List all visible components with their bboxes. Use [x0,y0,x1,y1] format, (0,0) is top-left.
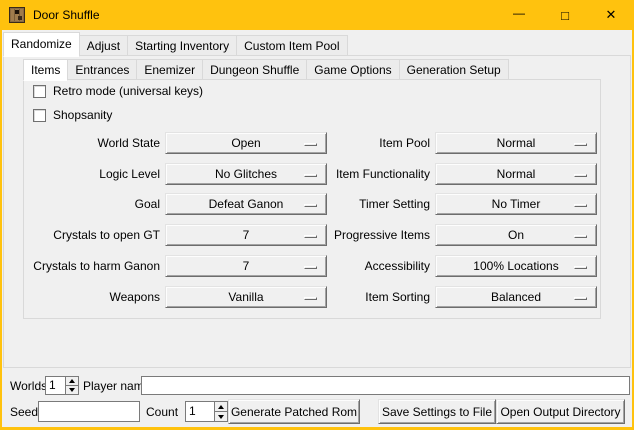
maximize-icon: □ [561,8,569,23]
main-tab-bar: Randomize Adjust Starting Inventory Cust… [3,31,347,56]
item-pool-dropdown[interactable]: Normal [435,132,597,154]
seed-input[interactable] [38,401,140,422]
shopsanity-checkbox[interactable] [33,109,46,122]
retro-mode-row: Retro mode (universal keys) [33,84,203,98]
tab-enemizer[interactable]: Enemizer [136,59,203,80]
goal-label: Goal [22,193,160,215]
dropdown-indicator-icon [574,266,587,269]
tab-adjust[interactable]: Adjust [79,35,128,56]
dropdown-indicator-icon [574,297,587,300]
minimize-icon: — [513,6,525,20]
tab-items[interactable]: Items [23,59,68,81]
count-spinner-up-icon[interactable] [215,402,227,411]
worlds-spinbox[interactable]: 1 [45,376,79,395]
maximize-button[interactable]: □ [542,0,588,30]
tab-starting-inventory[interactable]: Starting Inventory [127,35,237,56]
sub-tab-bar: Items Entrances Enemizer Dungeon Shuffle… [23,58,508,80]
tab-custom-item-pool[interactable]: Custom Item Pool [236,35,347,56]
item-functionality-dropdown[interactable]: Normal [435,163,597,185]
count-label: Count [146,403,178,421]
window-title: Door Shuffle [33,8,100,22]
tab-randomize[interactable]: Randomize [3,32,80,57]
weapons-label: Weapons [22,286,160,308]
logic-level-label: Logic Level [22,163,160,185]
item-functionality-label: Item Functionality [292,163,430,185]
generate-patched-rom-button[interactable]: Generate Patched Rom [228,399,360,424]
title-bar: Door Shuffle — □ ✕ [0,0,634,30]
dropdown-indicator-icon [574,204,587,207]
window-controls: — □ ✕ [496,0,634,30]
worlds-value: 1 [46,377,65,394]
crystals-ganon-label: Crystals to harm Ganon [22,255,160,277]
door-icon [9,7,25,23]
client-area: Randomize Adjust Starting Inventory Cust… [2,30,632,427]
open-output-directory-button[interactable]: Open Output Directory [496,399,625,424]
tab-generation-setup[interactable]: Generation Setup [399,59,509,80]
tab-game-options[interactable]: Game Options [306,59,399,80]
dropdown-indicator-icon [574,235,587,238]
tab-dungeon-shuffle[interactable]: Dungeon Shuffle [202,59,307,80]
count-value: 1 [186,402,214,421]
accessibility-dropdown[interactable]: 100% Locations [435,255,597,277]
progressive-items-label: Progressive Items [292,224,430,246]
player-names-input[interactable] [141,376,630,395]
timer-setting-dropdown[interactable]: No Timer [435,193,597,215]
crystals-gt-label: Crystals to open GT [22,224,160,246]
tab-entrances[interactable]: Entrances [67,59,137,80]
timer-setting-label: Timer Setting [292,193,430,215]
retro-mode-label: Retro mode (universal keys) [53,84,203,98]
count-spinbox[interactable]: 1 [185,401,228,422]
item-sorting-label: Item Sorting [292,286,430,308]
save-settings-button[interactable]: Save Settings to File [378,399,496,424]
shopsanity-label: Shopsanity [53,108,112,122]
item-pool-label: Item Pool [292,132,430,154]
close-button[interactable]: ✕ [588,0,634,30]
worlds-label: Worlds [10,377,47,395]
count-spinner-down-icon[interactable] [215,411,227,421]
world-state-label: World State [22,132,160,154]
close-icon: ✕ [606,7,617,23]
minimize-button[interactable]: — [496,0,542,30]
progressive-items-dropdown[interactable]: On [435,224,597,246]
worlds-spinner-down-icon[interactable] [66,385,78,394]
dropdown-indicator-icon [574,143,587,146]
retro-mode-checkbox[interactable] [33,85,46,98]
item-sorting-dropdown[interactable]: Balanced [435,286,597,308]
shopsanity-row: Shopsanity [33,108,112,122]
accessibility-label: Accessibility [292,255,430,277]
dropdown-indicator-icon [574,174,587,177]
worlds-spinner-up-icon[interactable] [66,377,78,385]
